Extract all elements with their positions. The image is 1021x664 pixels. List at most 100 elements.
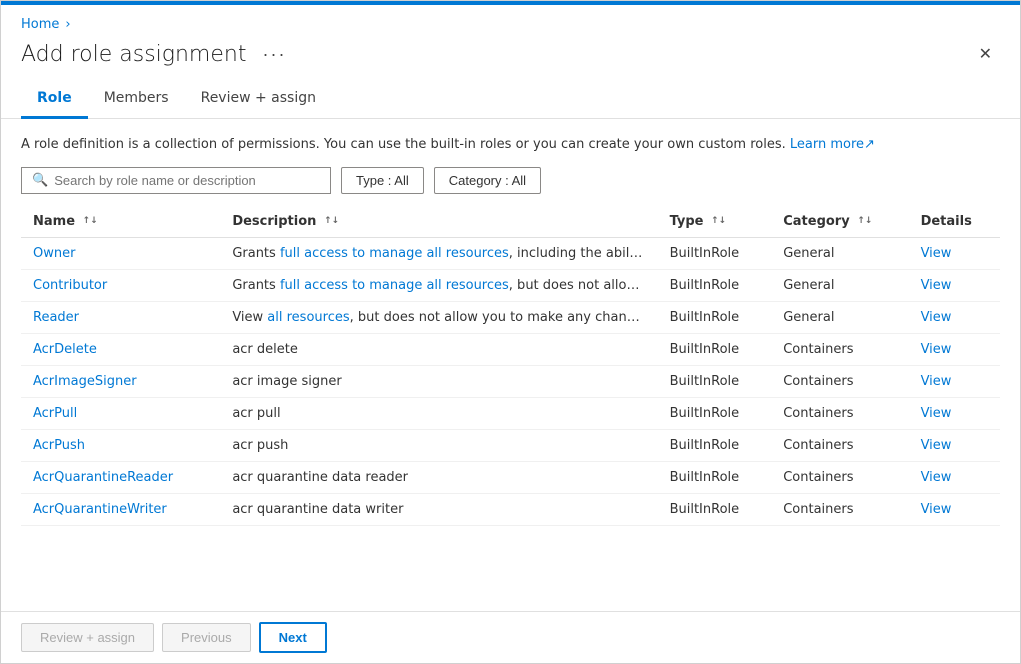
col-header-category[interactable]: Category ↑↓ bbox=[771, 206, 908, 238]
ellipsis-button[interactable]: ··· bbox=[256, 42, 292, 67]
cell-name: Contributor bbox=[21, 269, 220, 301]
view-link[interactable]: View bbox=[921, 470, 952, 485]
cell-category: Containers bbox=[771, 333, 908, 365]
cell-category: General bbox=[771, 301, 908, 333]
table-row: OwnerGrants full access to manage all re… bbox=[21, 237, 1000, 269]
table-row: AcrQuarantineWriteracr quarantine data w… bbox=[21, 493, 1000, 525]
cell-details: View bbox=[909, 301, 1000, 333]
sort-icon-category: ↑↓ bbox=[857, 217, 872, 226]
breadcrumb: Home › bbox=[1, 5, 1020, 36]
category-filter-button[interactable]: Category : All bbox=[434, 167, 541, 194]
search-box[interactable]: 🔍 bbox=[21, 167, 331, 194]
cell-type: BuiltInRole bbox=[658, 493, 772, 525]
cell-name: AcrQuarantineWriter bbox=[21, 493, 220, 525]
tab-members[interactable]: Members bbox=[88, 80, 185, 119]
sort-icon-type: ↑↓ bbox=[711, 217, 726, 226]
cell-category: Containers bbox=[771, 365, 908, 397]
filters-row: 🔍 Type : All Category : All bbox=[21, 167, 1000, 194]
tab-role[interactable]: Role bbox=[21, 80, 88, 119]
col-header-description[interactable]: Description ↑↓ bbox=[220, 206, 657, 238]
cell-type: BuiltInRole bbox=[658, 365, 772, 397]
cell-details: View bbox=[909, 493, 1000, 525]
cell-description: acr pull bbox=[220, 397, 657, 429]
search-input[interactable] bbox=[54, 173, 320, 188]
col-header-name[interactable]: Name ↑↓ bbox=[21, 206, 220, 238]
table-row: AcrPushacr pushBuiltInRoleContainers View bbox=[21, 429, 1000, 461]
tabs-row: Role Members Review + assign bbox=[1, 80, 1020, 119]
table-row: AcrDeleteacr deleteBuiltInRoleContainers… bbox=[21, 333, 1000, 365]
cell-name: AcrQuarantineReader bbox=[21, 461, 220, 493]
cell-category: Containers bbox=[771, 429, 908, 461]
view-link[interactable]: View bbox=[921, 246, 952, 261]
review-assign-button[interactable]: Review + assign bbox=[21, 623, 154, 652]
cell-description: Grants full access to manage all resourc… bbox=[220, 269, 657, 301]
cell-type: BuiltInRole bbox=[658, 429, 772, 461]
cell-type: BuiltInRole bbox=[658, 301, 772, 333]
cell-description: View all resources, but does not allow y… bbox=[220, 301, 657, 333]
cell-type: BuiltInRole bbox=[658, 397, 772, 429]
table-row: AcrQuarantineReaderacr quarantine data r… bbox=[21, 461, 1000, 493]
description-text: A role definition is a collection of per… bbox=[21, 137, 786, 152]
cell-details: View bbox=[909, 237, 1000, 269]
view-link[interactable]: View bbox=[921, 374, 952, 389]
table-row: ContributorGrants full access to manage … bbox=[21, 269, 1000, 301]
learn-more-link[interactable]: Learn more↗ bbox=[790, 137, 875, 152]
description-block: A role definition is a collection of per… bbox=[21, 135, 1000, 155]
role-table: Name ↑↓ Description ↑↓ Type ↑↓ Categor bbox=[21, 206, 1000, 526]
footer: Review + assign Previous Next bbox=[1, 611, 1020, 663]
view-link[interactable]: View bbox=[921, 310, 952, 325]
view-link[interactable]: View bbox=[921, 502, 952, 517]
view-link[interactable]: View bbox=[921, 278, 952, 293]
cell-name: AcrImageSigner bbox=[21, 365, 220, 397]
cell-details: View bbox=[909, 269, 1000, 301]
cell-name: AcrDelete bbox=[21, 333, 220, 365]
col-header-details: Details bbox=[909, 206, 1000, 238]
cell-category: General bbox=[771, 269, 908, 301]
search-icon: 🔍 bbox=[32, 173, 48, 188]
cell-name: Owner bbox=[21, 237, 220, 269]
cell-details: View bbox=[909, 429, 1000, 461]
view-link[interactable]: View bbox=[921, 406, 952, 421]
cell-description: Grants full access to manage all resourc… bbox=[220, 237, 657, 269]
cell-name: AcrPull bbox=[21, 397, 220, 429]
cell-description: acr image signer bbox=[220, 365, 657, 397]
cell-description: acr quarantine data reader bbox=[220, 461, 657, 493]
page-title: Add role assignment bbox=[21, 42, 246, 67]
cell-type: BuiltInRole bbox=[658, 461, 772, 493]
cell-description: acr delete bbox=[220, 333, 657, 365]
table-row: AcrImageSigneracr image signerBuiltInRol… bbox=[21, 365, 1000, 397]
cell-category: Containers bbox=[771, 397, 908, 429]
breadcrumb-chevron: › bbox=[65, 17, 70, 32]
cell-category: Containers bbox=[771, 493, 908, 525]
cell-details: View bbox=[909, 461, 1000, 493]
sort-icon-description: ↑↓ bbox=[324, 217, 339, 226]
table-row: AcrPullacr pullBuiltInRoleContainers View bbox=[21, 397, 1000, 429]
previous-button[interactable]: Previous bbox=[162, 623, 251, 652]
cell-category: General bbox=[771, 237, 908, 269]
role-table-container: Name ↑↓ Description ↑↓ Type ↑↓ Categor bbox=[21, 206, 1000, 596]
col-header-type[interactable]: Type ↑↓ bbox=[658, 206, 772, 238]
table-header-row: Name ↑↓ Description ↑↓ Type ↑↓ Categor bbox=[21, 206, 1000, 238]
main-window: Home › Add role assignment ··· ✕ Role Me… bbox=[0, 0, 1021, 664]
cell-type: BuiltInRole bbox=[658, 269, 772, 301]
cell-description: acr push bbox=[220, 429, 657, 461]
header: Add role assignment ··· ✕ bbox=[1, 36, 1020, 80]
cell-type: BuiltInRole bbox=[658, 333, 772, 365]
view-link[interactable]: View bbox=[921, 438, 952, 453]
cell-details: View bbox=[909, 365, 1000, 397]
sort-icon-name: ↑↓ bbox=[83, 217, 98, 226]
content-area: A role definition is a collection of per… bbox=[1, 119, 1020, 611]
tab-review-assign[interactable]: Review + assign bbox=[185, 80, 332, 119]
cell-category: Containers bbox=[771, 461, 908, 493]
close-button[interactable]: ✕ bbox=[971, 40, 1000, 68]
cell-type: BuiltInRole bbox=[658, 237, 772, 269]
table-row: ReaderView all resources, but does not a… bbox=[21, 301, 1000, 333]
cell-description: acr quarantine data writer bbox=[220, 493, 657, 525]
cell-name: Reader bbox=[21, 301, 220, 333]
next-button[interactable]: Next bbox=[259, 622, 327, 653]
view-link[interactable]: View bbox=[921, 342, 952, 357]
type-filter-button[interactable]: Type : All bbox=[341, 167, 424, 194]
cell-details: View bbox=[909, 397, 1000, 429]
breadcrumb-home[interactable]: Home bbox=[21, 17, 59, 32]
cell-name: AcrPush bbox=[21, 429, 220, 461]
